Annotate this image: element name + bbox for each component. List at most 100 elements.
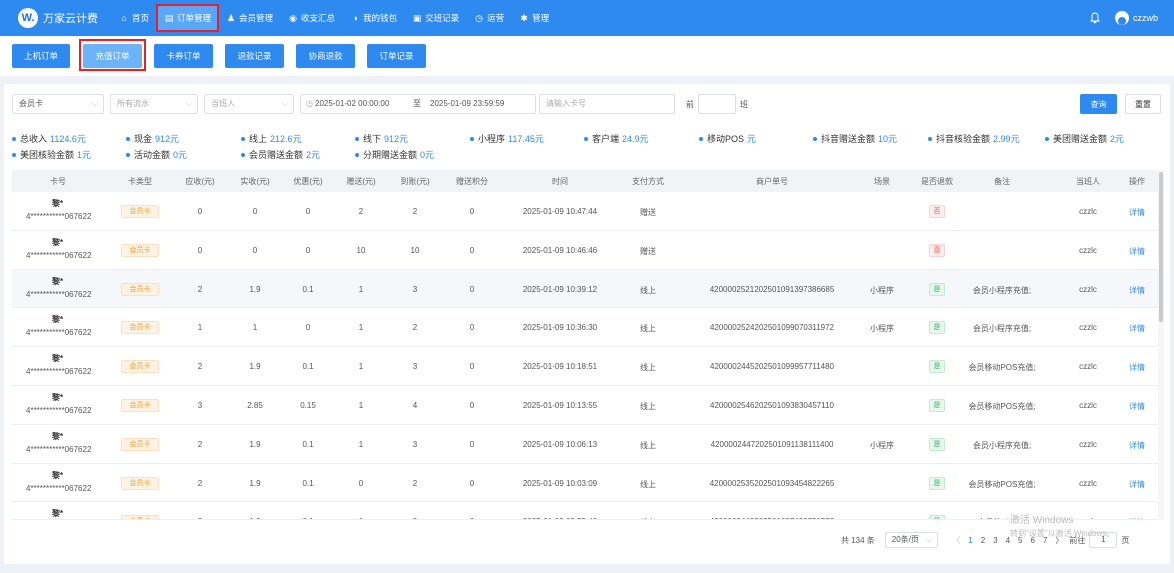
- tab-machine-orders[interactable]: 上机订单: [12, 44, 70, 68]
- nav-item-1[interactable]: ▤ 订单管理: [156, 4, 220, 32]
- tab-refund-records[interactable]: 退款记录: [225, 44, 284, 68]
- total-count: 共 134 条: [841, 535, 875, 545]
- bullet-icon: [470, 136, 474, 141]
- stat-value: 0元: [173, 150, 188, 160]
- page-number[interactable]: 3: [993, 536, 997, 545]
- tab-coupon-orders[interactable]: 卡券订单: [154, 44, 213, 68]
- stat-value: 1124.6元: [50, 134, 86, 144]
- column-header: 备注: [994, 177, 1010, 186]
- table-row[interactable]: 黎* 4***********067622 会员卡 0 0 0 2 2 0 2025-01-09 …: [12, 192, 1158, 231]
- date-start[interactable]: 2025-01-02 00:00:00: [315, 95, 389, 113]
- card-number-placeholder: 请输入卡号: [546, 99, 586, 108]
- page-size-select[interactable]: 20条/页 ⌵: [884, 532, 939, 548]
- table-row[interactable]: 黎* 4***********067622 会员卡 0 0 0 10 10 0 2025-01-0…: [12, 230, 1158, 270]
- card-number: 4***********067622: [26, 212, 92, 221]
- stat-value: 0元: [420, 150, 435, 160]
- main-panel: 会员卡 ⌵ 所有流水 ⌵ 当班人 ⌵ ◷ 2025-01-02 00:00:00 至 …: [4, 84, 1170, 564]
- details-link[interactable]: 详情: [1057, 362, 1158, 373]
- reset-button[interactable]: 重置: [1125, 94, 1161, 114]
- bullet-icon: [813, 136, 817, 141]
- tab-negotiated-refund[interactable]: 协商退款: [296, 44, 355, 68]
- table-row[interactable]: 黎* 4***********067622 会员卡 2 1.9 0.1 1 3 0 2025-01…: [12, 269, 1158, 309]
- table-header: 卡号 卡类型 应收(元) 实收(元) 优惠(元) 赠送(元) 到账(元) 赠送积分 时间 支付方式…: [12, 170, 1158, 192]
- top-navbar: W. 万家云计费 ⌂ 首页 ▤ 订单管理 ♟ 会员管理 ◉ 收支汇总 ◑ 我的钱包 ▣ 交班记录 ◷ 运营…: [0, 0, 1174, 36]
- member-name: 黎*: [52, 509, 64, 519]
- stat-value: 10元: [878, 134, 898, 144]
- details-link[interactable]: 详情: [1057, 285, 1158, 296]
- nav-item-2[interactable]: ♟ 会员管理: [219, 5, 280, 31]
- brand[interactable]: W. 万家云计费: [18, 8, 98, 28]
- nav-item-0[interactable]: ⌂ 首页: [112, 5, 156, 31]
- card-number-input[interactable]: 请输入卡号: [539, 94, 675, 114]
- details-link[interactable]: 详情: [1057, 323, 1158, 334]
- details-link[interactable]: 详情: [1057, 401, 1158, 412]
- stat-item: 抖音赠送金额 10元: [813, 132, 897, 145]
- bell-icon[interactable]: [1089, 12, 1101, 24]
- card-type-select[interactable]: 会员卡 ⌵: [12, 94, 104, 114]
- bullet-icon: [584, 136, 588, 141]
- member-name: 黎*: [52, 199, 64, 208]
- card-type-value: 会员卡: [19, 99, 43, 108]
- stat-label: 线上: [249, 134, 268, 144]
- nav-menu: ⌂ 首页 ▤ 订单管理 ♟ 会员管理 ◉ 收支汇总 ◑ 我的钱包 ▣ 交班记录 ◷ 运营 ✱ 管理: [112, 4, 557, 32]
- nav-item-3[interactable]: ◉ 收支汇总: [281, 5, 342, 31]
- bullet-icon: [355, 152, 359, 157]
- card-number: 4***********067622: [26, 367, 92, 377]
- column-header: 赠送积分: [456, 177, 488, 186]
- table-row[interactable]: 黎*会员卡21.90.11302025-01-09 09:55:40线上4200…: [12, 502, 1158, 520]
- flow-placeholder: 所有流水: [117, 99, 149, 108]
- cell-pay: 赠送: [640, 246, 656, 256]
- flow-select[interactable]: 所有流水 ⌵: [110, 94, 198, 114]
- nav-item-label: 运营: [487, 13, 505, 23]
- nav-item-6[interactable]: ◷ 运营: [467, 5, 511, 31]
- date-end[interactable]: 2025-01-09 23:59:59: [430, 95, 504, 113]
- chevron-down-icon: ⌵: [281, 99, 288, 108]
- table-row[interactable]: 黎* 4***********067622 会员卡 3 2.85 0.15 1 4 0 2025-…: [12, 386, 1158, 425]
- nav-right: czzwb: [1089, 0, 1158, 36]
- date-range-picker[interactable]: ◷ 2025-01-02 00:00:00 至 2025-01-09 23:59…: [300, 94, 536, 114]
- shift-placeholder: 当班人: [211, 99, 235, 108]
- stat-value: 元: [747, 134, 757, 144]
- nav-item-label: 管理: [532, 13, 550, 23]
- page-number[interactable]: 1: [968, 536, 972, 545]
- shift-person-select[interactable]: 当班人 ⌵: [204, 94, 294, 114]
- details-link[interactable]: 详情: [1057, 479, 1158, 490]
- stat-label: 分期赠送金额: [363, 150, 418, 160]
- card-number: 4***********067622: [26, 289, 92, 299]
- column-header: 卡号: [50, 177, 66, 186]
- stat-label: 小程序: [478, 134, 506, 144]
- nav-item-7[interactable]: ✱ 管理: [512, 5, 556, 31]
- details-link[interactable]: 详情: [1057, 207, 1158, 218]
- bullet-icon: [241, 152, 245, 157]
- scrollbar-thumb[interactable]: [1159, 172, 1163, 322]
- nav-item-5[interactable]: ▣ 交班记录: [405, 5, 466, 31]
- details-link[interactable]: 详情: [1057, 440, 1158, 451]
- stat-label: 抖音赠送金额: [821, 134, 876, 144]
- nav-item-4[interactable]: ◑ 我的钱包: [343, 5, 404, 31]
- watermark-line1: 激活 Windows: [1010, 515, 1074, 526]
- page-number[interactable]: 2: [981, 536, 985, 545]
- table-row[interactable]: 黎* 4***********067622 会员卡 2 1.9 0.1 1 3 0 2025-01…: [12, 424, 1158, 464]
- stat-label: 抖音核验金额: [936, 134, 991, 144]
- stat-value: 24.9元: [622, 134, 649, 144]
- stat-value: 2.99元: [993, 134, 1020, 144]
- shift-count-input[interactable]: [698, 94, 736, 114]
- table-row[interactable]: 黎* 4***********067622 会员卡 1 1 0 1 2 0 2025-01-09 …: [12, 308, 1158, 348]
- cell-order: 4200002448202501097498721578: [692, 517, 852, 519]
- table-row[interactable]: 黎* 4***********067622 会员卡 2 1.9 0.1 0 2 0 2025-01…: [12, 463, 1158, 503]
- tab-order-records[interactable]: 订单记录: [367, 44, 426, 68]
- details-link[interactable]: 详情: [1057, 246, 1158, 257]
- bullet-icon: [126, 152, 130, 157]
- prev-page-button[interactable]: 〈: [952, 535, 960, 546]
- stat-item: 活动金额 0元: [126, 148, 187, 161]
- stat-value: 2元: [1110, 134, 1125, 144]
- home-icon: ⌂: [121, 13, 127, 23]
- query-button[interactable]: 查询: [1080, 94, 1117, 114]
- stat-value: 912元: [155, 134, 180, 144]
- username[interactable]: czzwb: [1133, 13, 1158, 23]
- avatar[interactable]: [1114, 11, 1129, 25]
- nav-item-label: 订单管理: [177, 13, 212, 23]
- table-row[interactable]: 黎* 4***********067622 会员卡 2 1.9 0.1 1 3 0 2025-01…: [12, 347, 1158, 386]
- member-name: 黎*: [52, 276, 64, 286]
- cell-order: 4200002445202501099957711480: [710, 362, 834, 372]
